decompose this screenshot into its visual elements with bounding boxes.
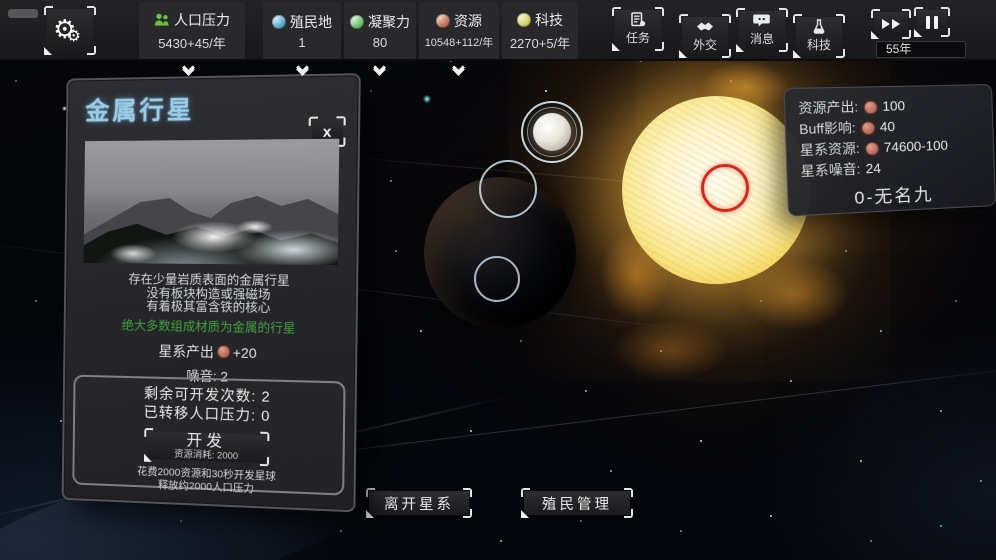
diplomacy-label: 外交 [693, 36, 717, 53]
messages-button[interactable]: 消息 [736, 8, 788, 52]
tech-label: 科技 [807, 36, 831, 53]
output-value: +20 [233, 344, 257, 361]
tech-button[interactable]: 科技 [793, 14, 845, 58]
resource-icon [436, 14, 450, 28]
leave-system-button[interactable]: 离开星系 [366, 488, 472, 518]
chat-bubble-icon [753, 13, 771, 28]
panel-title: 金属行星 [85, 88, 340, 128]
window-tab [8, 9, 38, 18]
metal-planet-body [533, 113, 571, 151]
planet-select-ring[interactable] [474, 256, 520, 302]
resource-label: 人口压力 [174, 10, 230, 30]
resource-cohesion[interactable]: 凝聚力 80 [344, 2, 416, 59]
planet-description-highlight: 绝大多数组成材质为金属的行星 [83, 314, 337, 337]
orbit-line [250, 367, 996, 463]
resource-colony[interactable]: 殖民地 1 [263, 2, 341, 59]
diplomacy-button[interactable]: 外交 [679, 14, 731, 58]
pause-button[interactable] [914, 7, 950, 37]
resource-value: 10548+112/年 [425, 34, 494, 50]
resource-value: 80 [373, 35, 387, 50]
system-name: 0-无名九 [801, 178, 983, 212]
sun-flare [610, 320, 730, 380]
colony-expand-chevron[interactable] [293, 63, 311, 79]
planet-detail-panel: 金属行星 x 存在少量岩质表面的金属行星 没有板块构造或强磁场 有着极其富含铁的… [62, 73, 361, 512]
planet-select-ring[interactable] [479, 160, 537, 218]
resource-icon [861, 121, 875, 135]
planet-description: 存在少量岩质表面的金属行星 没有板块构造或强磁场 有着极其富含铁的核心 [83, 273, 338, 317]
handshake-icon [696, 19, 714, 34]
resource-value: 1 [298, 35, 305, 50]
pause-icon [926, 16, 930, 29]
resource-icon [863, 100, 877, 114]
tasks-button[interactable]: 任务 [612, 7, 664, 51]
tasks-icon [629, 12, 647, 27]
fast-forward-icon [892, 19, 900, 29]
metal-planet-marker[interactable] [521, 101, 583, 163]
year-display: 55年 [876, 41, 966, 58]
science-icon [517, 13, 531, 27]
population-expand-chevron[interactable] [179, 63, 197, 79]
resource-value: 2270+5/年 [510, 33, 570, 52]
teal-star [423, 95, 431, 103]
resource-value: 5430+45/年 [158, 33, 226, 52]
output-label: 星系产出 [158, 341, 213, 362]
system-info-tooltip: 资源产出: 100 Buff影响: 40 星系资源: 74600-100 星系噪… [783, 84, 996, 217]
colony-icon [272, 15, 286, 29]
flask-icon [810, 19, 828, 34]
system-output-line: 星系产出 +20 [82, 339, 336, 364]
resource-label: 科技 [535, 10, 563, 30]
settings-button[interactable]: ⚙ ⚙ [44, 6, 96, 55]
resource-science[interactable]: 科技 2270+5/年 [502, 2, 578, 59]
population-icon [154, 13, 170, 26]
develop-hint: 花费2000资源和30秒开发星球 释放约2000人口压力 [74, 463, 342, 500]
develop-button[interactable]: 开发 资源消耗: 2000 [144, 428, 269, 466]
planet-surface-image [84, 139, 340, 265]
resource-icon [865, 141, 879, 155]
pause-icon [934, 16, 938, 29]
messages-label: 消息 [750, 30, 774, 47]
close-icon: x [323, 123, 332, 140]
resource-label: 殖民地 [290, 12, 332, 32]
metal-glints [84, 139, 340, 265]
colony-manage-button[interactable]: 殖民管理 [521, 488, 633, 518]
resource-label: 凝聚力 [368, 12, 410, 32]
cohesion-icon [350, 15, 364, 29]
fast-forward-icon [882, 19, 890, 29]
resource-icon [217, 345, 230, 358]
develop-button-cost: 资源消耗: 2000 [174, 448, 238, 461]
develop-button-label: 开发 [186, 433, 226, 450]
resource-resources[interactable]: 资源 10548+112/年 [419, 2, 499, 59]
gear-icon-small: ⚙ [66, 29, 80, 45]
resource-population[interactable]: 人口压力 5430+45/年 [139, 2, 245, 59]
develop-sub-panel: 剩余可开发次数: 2 已转移人口压力: 0 开发 资源消耗: 2000 花费20… [72, 375, 345, 496]
fast-forward-button[interactable] [871, 9, 911, 39]
selection-ring-red [701, 164, 749, 212]
resource-label: 资源 [454, 11, 482, 31]
top-bar: ⚙ ⚙ 人口压力 5430+45/年 殖民地 [0, 0, 996, 61]
tasks-label: 任务 [626, 29, 650, 46]
resource-expand-chevron[interactable] [449, 63, 467, 79]
cohesion-expand-chevron[interactable] [370, 63, 388, 79]
